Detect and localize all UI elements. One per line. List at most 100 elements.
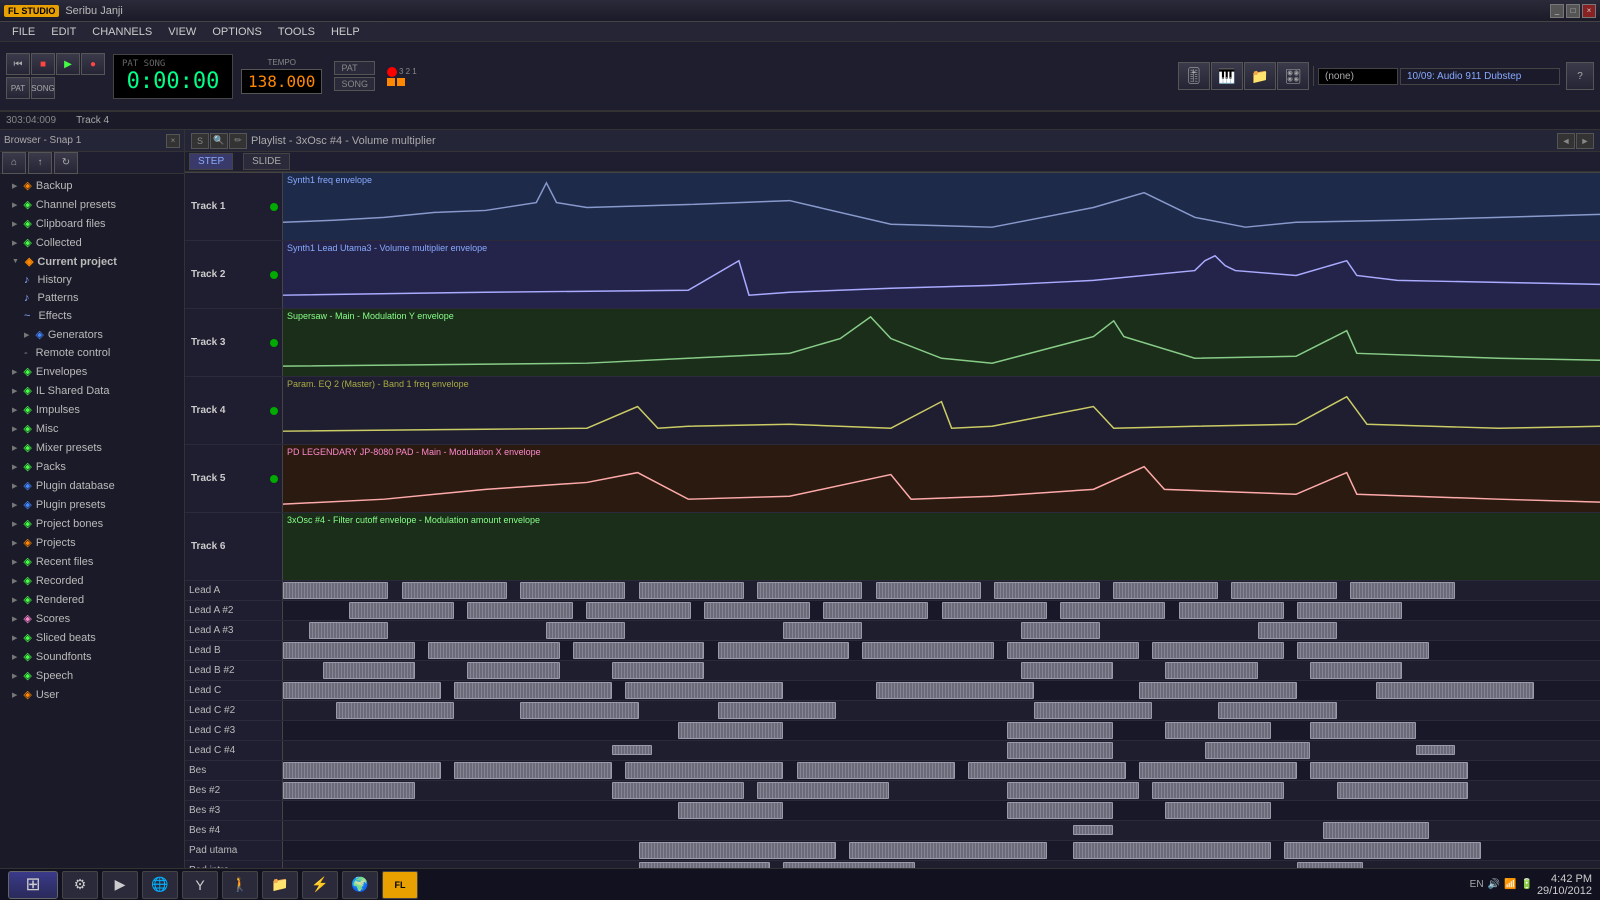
mixer-btn[interactable]: 🎚 bbox=[1178, 62, 1210, 90]
envelope-canvas-5[interactable]: PD LEGENDARY JP-8080 PAD - Main - Modula… bbox=[283, 445, 1600, 512]
pattern-block[interactable] bbox=[704, 602, 809, 619]
sidebar-item-soundfonts[interactable]: ◈ Soundfonts bbox=[0, 647, 184, 666]
pattern-block[interactable] bbox=[428, 642, 560, 659]
pattern-block[interactable] bbox=[1034, 702, 1153, 719]
envelope-canvas-2[interactable]: Synth1 Lead Utama3 - Volume multiplier e… bbox=[283, 241, 1600, 308]
sidebar-item-il-shared-data[interactable]: ◈ IL Shared Data bbox=[0, 381, 184, 400]
sidebar-item-backup[interactable]: ◈ Backup bbox=[0, 176, 184, 195]
pl-zoom-btn[interactable]: 🔍 bbox=[210, 133, 228, 149]
pattern-block[interactable] bbox=[283, 642, 415, 659]
pattern-block[interactable] bbox=[1323, 822, 1428, 839]
transport-loop-btn[interactable]: PAT bbox=[6, 77, 30, 99]
pattern-block[interactable] bbox=[678, 802, 783, 819]
taskbar-firefox[interactable]: 🌐 bbox=[142, 871, 178, 899]
sidebar-item-misc[interactable]: ◈ Misc bbox=[0, 419, 184, 438]
taskbar-fl[interactable]: FL bbox=[382, 871, 418, 899]
pattern-block[interactable] bbox=[1139, 682, 1297, 699]
sidebar-item-history[interactable]: ♪ History bbox=[0, 271, 184, 289]
taskbar-321[interactable]: ▶ bbox=[102, 871, 138, 899]
taskbar-ie[interactable]: 🌍 bbox=[342, 871, 378, 899]
pattern-block[interactable] bbox=[1021, 662, 1113, 679]
sidebar-item-remote-control[interactable]: - Remote control bbox=[0, 344, 184, 362]
piano-track-content-lead-c4[interactable] bbox=[283, 741, 1600, 760]
pattern-block[interactable] bbox=[849, 842, 1047, 859]
pattern-block[interactable] bbox=[520, 582, 625, 599]
sidebar-item-packs[interactable]: ◈ Packs bbox=[0, 457, 184, 476]
menu-channels[interactable]: CHANNELS bbox=[84, 24, 160, 40]
pattern-block[interactable] bbox=[1007, 722, 1112, 739]
piano-track-content-pad-utama[interactable] bbox=[283, 841, 1600, 860]
pattern-block[interactable] bbox=[639, 842, 837, 859]
pattern-block[interactable] bbox=[612, 745, 652, 755]
transport-play-btn[interactable]: ▶ bbox=[56, 53, 80, 75]
sidebar-item-rendered[interactable]: ◈ Rendered bbox=[0, 590, 184, 609]
pattern-block[interactable] bbox=[546, 622, 625, 639]
pattern-block[interactable] bbox=[1007, 642, 1139, 659]
sidebar-item-speech[interactable]: ◈ Speech bbox=[0, 666, 184, 685]
pattern-block[interactable] bbox=[1218, 702, 1337, 719]
sidebar-refresh-btn[interactable]: ↻ bbox=[54, 152, 78, 174]
pattern-block[interactable] bbox=[757, 782, 889, 799]
pattern-block[interactable] bbox=[1021, 622, 1100, 639]
menu-edit[interactable]: EDIT bbox=[43, 24, 84, 40]
volume-icon[interactable]: 🔊 bbox=[1488, 879, 1500, 890]
minimize-button[interactable]: _ bbox=[1550, 4, 1564, 18]
piano-track-content-lead-a2[interactable] bbox=[283, 601, 1600, 620]
pattern-block[interactable] bbox=[1007, 742, 1112, 759]
piano-track-content-lead-c3[interactable] bbox=[283, 721, 1600, 740]
pattern-block[interactable] bbox=[823, 602, 928, 619]
sidebar-item-sliced-beats[interactable]: ◈ Sliced beats bbox=[0, 628, 184, 647]
piano-track-content-bes3[interactable] bbox=[283, 801, 1600, 820]
sidebar-item-plugin-presets[interactable]: ◈ Plugin presets bbox=[0, 495, 184, 514]
pattern-block[interactable] bbox=[876, 582, 981, 599]
pattern-block[interactable] bbox=[454, 682, 612, 699]
pl-collapse-btn[interactable]: ◄ bbox=[1557, 133, 1575, 149]
sidebar-item-mixer-presets[interactable]: ◈ Mixer presets bbox=[0, 438, 184, 457]
menu-help[interactable]: HELP bbox=[323, 24, 368, 40]
pattern-block[interactable] bbox=[323, 662, 415, 679]
pattern-block[interactable] bbox=[1152, 782, 1284, 799]
pattern-block[interactable] bbox=[783, 622, 862, 639]
piano-track-content-lead-c[interactable] bbox=[283, 681, 1600, 700]
pattern-block[interactable] bbox=[1284, 842, 1482, 859]
pl-draw-btn[interactable]: ✏ bbox=[229, 133, 247, 149]
tempo-display[interactable]: 138.000 bbox=[241, 69, 322, 94]
pattern-block[interactable] bbox=[1376, 682, 1534, 699]
sidebar-item-plugin-database[interactable]: ◈ Plugin database bbox=[0, 476, 184, 495]
envelope-canvas-3[interactable]: Supersaw - Main - Modulation Y envelope bbox=[283, 309, 1600, 376]
pattern-block[interactable] bbox=[625, 762, 783, 779]
pattern-block[interactable] bbox=[1310, 662, 1402, 679]
pattern-block[interactable] bbox=[1310, 762, 1468, 779]
sidebar-up-btn[interactable]: ↑ bbox=[28, 152, 52, 174]
pattern-block[interactable] bbox=[283, 682, 441, 699]
pattern-block[interactable] bbox=[1152, 642, 1284, 659]
piano-track-content-bes2[interactable] bbox=[283, 781, 1600, 800]
piano-track-content-lead-c2[interactable] bbox=[283, 701, 1600, 720]
pattern-block[interactable] bbox=[1205, 742, 1310, 759]
pattern-block[interactable] bbox=[797, 762, 955, 779]
menu-file[interactable]: FILE bbox=[4, 24, 43, 40]
sidebar-item-impulses[interactable]: ◈ Impulses bbox=[0, 400, 184, 419]
song-btn[interactable]: SONG bbox=[334, 77, 375, 91]
sidebar-item-scores[interactable]: ◈ Scores bbox=[0, 609, 184, 628]
sidebar-home-btn[interactable]: ⌂ bbox=[2, 152, 26, 174]
sidebar-item-projects[interactable]: ◈ Projects bbox=[0, 533, 184, 552]
transport-stop-btn[interactable]: ■ bbox=[31, 53, 55, 75]
pattern-block[interactable] bbox=[1139, 762, 1297, 779]
pattern-block[interactable] bbox=[467, 662, 559, 679]
pattern-block[interactable] bbox=[349, 602, 454, 619]
pattern-block[interactable] bbox=[573, 642, 705, 659]
sidebar-item-recent-files[interactable]: ◈ Recent files bbox=[0, 552, 184, 571]
sidebar-item-clipboard[interactable]: ◈ Clipboard files bbox=[0, 214, 184, 233]
pattern-block[interactable] bbox=[1179, 602, 1284, 619]
pattern-block[interactable] bbox=[283, 782, 415, 799]
pattern-block[interactable] bbox=[1060, 602, 1165, 619]
pattern-block[interactable] bbox=[1007, 802, 1112, 819]
maximize-button[interactable]: □ bbox=[1566, 4, 1580, 18]
pattern-block[interactable] bbox=[678, 722, 783, 739]
sidebar-item-project-bones[interactable]: ◈ Project bones bbox=[0, 514, 184, 533]
sidebar-item-generators[interactable]: ◈ Generators bbox=[0, 325, 184, 344]
menu-options[interactable]: OPTIONS bbox=[204, 24, 270, 40]
pattern-block[interactable] bbox=[1073, 842, 1271, 859]
taskbar-flash[interactable]: ⚡ bbox=[302, 871, 338, 899]
